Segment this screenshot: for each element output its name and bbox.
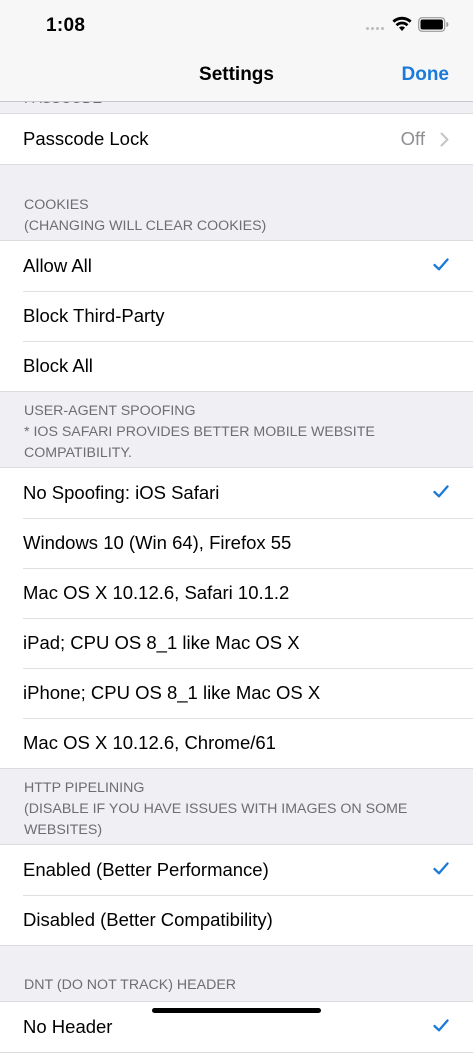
battery-icon: [418, 17, 449, 32]
cellular-signal-icon: [366, 27, 384, 30]
user-agent-header-text: USER-AGENT SPOOFING * IOS SAFARI PROVIDE…: [24, 403, 375, 461]
passcode-lock-value: Off: [400, 128, 425, 149]
cookies-option-label: Block Third-Party: [23, 305, 165, 326]
dnt-section-header: DNT (DO NOT TRACK) HEADER: [0, 946, 473, 1001]
home-indicator[interactable]: [152, 1008, 321, 1013]
dnt-header-text: DNT (DO NOT TRACK) HEADER: [24, 977, 237, 993]
user-agent-option[interactable]: Windows 10 (Win 64), Firefox 55: [0, 518, 473, 568]
passcode-group: Passcode Lock Off: [0, 113, 473, 165]
checkmark-icon: [433, 258, 449, 271]
http-pipelining-option[interactable]: Enabled (Better Performance): [0, 845, 473, 895]
user-agent-group: No Spoofing: iOS Safari Windows 10 (Win 6…: [0, 467, 473, 769]
passcode-lock-label: Passcode Lock: [23, 128, 149, 149]
checkmark-icon: [433, 1019, 449, 1032]
user-agent-option-label: Windows 10 (Win 64), Firefox 55: [23, 532, 292, 553]
cookies-option[interactable]: Block Third-Party: [0, 291, 473, 341]
user-agent-option[interactable]: Mac OS X 10.12.6, Safari 10.1.2: [0, 568, 473, 618]
user-agent-section-header: USER-AGENT SPOOFING * IOS SAFARI PROVIDE…: [0, 392, 473, 467]
cookies-option[interactable]: Block All: [0, 341, 473, 391]
cookies-option-label: Block All: [23, 355, 93, 376]
user-agent-option-label: iPhone; CPU OS 8_1 like Mac OS X: [23, 682, 321, 703]
user-agent-option[interactable]: iPhone; CPU OS 8_1 like Mac OS X: [0, 668, 473, 718]
passcode-lock-cell[interactable]: Passcode Lock Off: [0, 114, 473, 164]
user-agent-option-label: No Spoofing: iOS Safari: [23, 482, 220, 503]
chevron-right-icon: [440, 132, 449, 147]
user-agent-option[interactable]: No Spoofing: iOS Safari: [0, 468, 473, 518]
http-pipelining-group: Enabled (Better Performance) Disabled (Be…: [0, 844, 473, 946]
cookies-section-header: COOKIES (CHANGING WILL CLEAR COOKIES): [0, 165, 473, 240]
cookies-option[interactable]: Allow All: [0, 241, 473, 291]
http-pipelining-option-label: Disabled (Better Compatibility): [23, 909, 273, 930]
cookies-header-text: COOKIES (CHANGING WILL CLEAR COOKIES): [24, 197, 267, 234]
user-agent-option[interactable]: iPad; CPU OS 8_1 like Mac OS X: [0, 618, 473, 668]
wifi-icon: [392, 16, 412, 31]
user-agent-option-label: iPad; CPU OS 8_1 like Mac OS X: [23, 632, 300, 653]
http-pipelining-option[interactable]: Disabled (Better Compatibility): [0, 895, 473, 945]
status-time: 1:08: [46, 15, 86, 36]
cookies-group: Allow All Block Third-Party Block All: [0, 240, 473, 392]
checkmark-icon: [433, 862, 449, 875]
http-pipelining-section-header: HTTP PIPELINING (DISABLE IF YOU HAVE ISS…: [0, 769, 473, 844]
status-bar: 1:08: [0, 0, 473, 50]
http-pipelining-header-text: HTTP PIPELINING (DISABLE IF YOU HAVE ISS…: [24, 780, 408, 838]
settings-list[interactable]: PASSCODE Passcode Lock Off COOKIES (CHAN…: [0, 78, 473, 1053]
cookies-option-label: Allow All: [23, 255, 92, 276]
user-agent-option-label: Mac OS X 10.12.6, Safari 10.1.2: [23, 582, 290, 603]
dnt-option-label: No Header: [23, 1016, 113, 1037]
done-button[interactable]: Done: [402, 64, 450, 86]
navigation-bar: Settings Done: [0, 50, 473, 102]
user-agent-option-label: Mac OS X 10.12.6, Chrome/61: [23, 732, 276, 753]
checkmark-icon: [433, 485, 449, 498]
user-agent-option[interactable]: Mac OS X 10.12.6, Chrome/61: [0, 718, 473, 768]
http-pipelining-option-label: Enabled (Better Performance): [23, 859, 269, 880]
